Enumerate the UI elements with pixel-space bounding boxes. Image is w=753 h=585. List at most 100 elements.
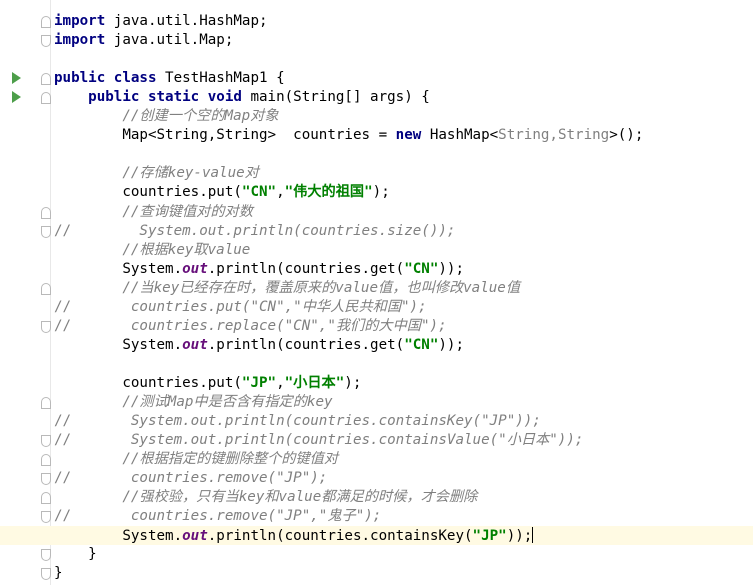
- code-line[interactable]: countries.put("CN","伟大的祖国");: [0, 183, 753, 202]
- run-icon[interactable]: [12, 72, 21, 85]
- fold-marker-icon[interactable]: [41, 73, 51, 86]
- code-line[interactable]: //创建一个空的Map对象: [0, 107, 753, 126]
- code-line[interactable]: // System.out.println(countries.contains…: [0, 412, 753, 431]
- code-token: //存储key-value对: [122, 165, 259, 182]
- code-token: .println(countries.get(: [207, 260, 405, 277]
- fold-marker-icon[interactable]: [41, 492, 51, 505]
- fold-marker-icon[interactable]: [41, 282, 51, 295]
- code-text: }: [54, 546, 97, 563]
- code-line[interactable]: [0, 145, 753, 164]
- fold-marker-icon[interactable]: [41, 454, 51, 467]
- code-line[interactable]: public static void main(String[] args) {: [0, 88, 753, 107]
- code-line[interactable]: }: [0, 545, 753, 564]
- code-text: countries.put("CN","中华人民共和国");: [54, 299, 427, 316]
- fold-marker-icon[interactable]: [41, 16, 51, 28]
- code-token: out: [182, 336, 208, 353]
- code-token: }: [54, 546, 97, 563]
- code-token: //创建一个空的Map对象: [122, 108, 279, 125]
- code-token: java.util.Map;: [105, 32, 234, 49]
- code-token: countries.remove("JP");: [130, 470, 328, 487]
- code-line[interactable]: // countries.replace("CN","我们的大中国");: [0, 317, 753, 336]
- code-line[interactable]: // countries.remove("JP","鬼子");: [0, 507, 753, 526]
- code-token: public static void: [88, 89, 242, 106]
- code-line[interactable]: countries.put("JP","小日本");: [0, 374, 753, 393]
- code-line[interactable]: //当key已经存在时，覆盖原来的value值，也叫修改value值: [0, 279, 753, 298]
- code-token: );: [372, 184, 390, 201]
- code-token: countries.remove("JP","鬼子");: [130, 508, 382, 525]
- code-line[interactable]: //存储key-value对: [0, 164, 753, 183]
- code-token: System.: [54, 528, 183, 545]
- code-text: System.out.println(countries.size());: [54, 223, 455, 240]
- code-token: //强校验，只有当key和value都满足的时候，才会删除: [122, 489, 478, 506]
- fold-marker-icon[interactable]: [41, 511, 51, 524]
- code-line[interactable]: import java.util.Map;: [0, 31, 753, 50]
- code-line[interactable]: Map<String,String> countries = new HashM…: [0, 126, 753, 145]
- code-text: Map<String,String> countries = new HashM…: [54, 127, 643, 144]
- code-token: System.: [54, 336, 183, 353]
- code-token: >();: [609, 127, 644, 144]
- fold-marker-icon[interactable]: [41, 549, 51, 562]
- fold-marker-icon[interactable]: [41, 320, 51, 333]
- code-line[interactable]: [0, 50, 753, 69]
- code-token: "JP": [241, 374, 277, 391]
- code-token: import: [54, 32, 106, 49]
- code-token: //当key已经存在时，覆盖原来的value值，也叫修改value值: [122, 279, 521, 296]
- code-token: ));: [438, 260, 465, 277]
- fold-marker-icon[interactable]: [41, 435, 51, 448]
- code-line[interactable]: //查询键值对的对数: [0, 203, 753, 222]
- code-line[interactable]: [0, 355, 753, 374]
- code-text: System.out.println(countries.get("CN"));: [54, 337, 464, 354]
- code-line[interactable]: //测试Map中是否含有指定的key: [0, 393, 753, 412]
- code-token: //根据指定的键删除整个的键值对: [122, 451, 339, 468]
- fold-marker-icon[interactable]: [41, 225, 51, 238]
- fold-marker-icon[interactable]: [41, 92, 51, 105]
- code-token: ));: [506, 528, 533, 545]
- code-token: countries.put(: [54, 374, 242, 391]
- code-editor[interactable]: import java.util.HashMap; import java.uti…: [0, 0, 753, 585]
- code-token: new: [395, 127, 422, 144]
- code-line[interactable]: System.out.println(countries.containsKey…: [0, 526, 753, 546]
- code-line[interactable]: System.out.println(countries.get("CN"));: [0, 260, 753, 279]
- code-token: TestHashMap1 {: [156, 70, 285, 87]
- fold-marker-icon[interactable]: [41, 206, 51, 219]
- code-token: out: [182, 528, 208, 545]
- code-line[interactable]: //根据指定的键删除整个的键值对: [0, 450, 753, 469]
- code-text: //测试Map中是否含有指定的key: [54, 394, 332, 411]
- code-text: //当key已经存在时，覆盖原来的value值，也叫修改value值: [54, 280, 520, 297]
- code-token: "CN": [241, 184, 277, 201]
- code-token: ,: [276, 374, 285, 391]
- code-line[interactable]: //强校验，只有当key和value都满足的时候，才会删除: [0, 488, 753, 507]
- code-text: //根据指定的键删除整个的键值对: [54, 451, 338, 468]
- code-token: "小日本": [284, 374, 345, 391]
- code-text: System.out.println(countries.containsKey…: [54, 527, 534, 545]
- code-token: countries.put("CN","中华人民共和国");: [130, 298, 427, 315]
- code-line[interactable]: System.out.println(countries.get("CN"));: [0, 336, 753, 355]
- code-line[interactable]: // countries.remove("JP");: [0, 469, 753, 488]
- code-line[interactable]: // System.out.println(countries.contains…: [0, 431, 753, 450]
- code-line[interactable]: // System.out.println(countries.size());: [0, 222, 753, 241]
- code-line[interactable]: public class TestHashMap1 {: [0, 69, 753, 88]
- code-line[interactable]: }: [0, 564, 753, 583]
- code-text: public static void main(String[] args) {: [54, 89, 430, 106]
- fold-marker-icon[interactable]: [41, 568, 51, 581]
- code-token: main(String[] args) {: [241, 89, 430, 106]
- code-token: Map<String,String> countries =: [54, 127, 396, 144]
- code-line[interactable]: //根据key取value: [0, 241, 753, 260]
- code-line[interactable]: // countries.put("CN","中华人民共和国");: [0, 298, 753, 317]
- fold-marker-icon[interactable]: [41, 35, 51, 48]
- run-icon[interactable]: [12, 91, 21, 104]
- code-token: .println(countries.containsKey(: [207, 528, 473, 545]
- code-token: System.out.println(countries.size());: [139, 222, 456, 239]
- code-token: out: [182, 260, 208, 277]
- fold-marker-icon[interactable]: [41, 473, 51, 486]
- code-line[interactable]: import java.util.HashMap;: [0, 12, 753, 31]
- fold-marker-icon[interactable]: [41, 397, 51, 409]
- code-text: countries.replace("CN","我们的大中国");: [54, 318, 447, 335]
